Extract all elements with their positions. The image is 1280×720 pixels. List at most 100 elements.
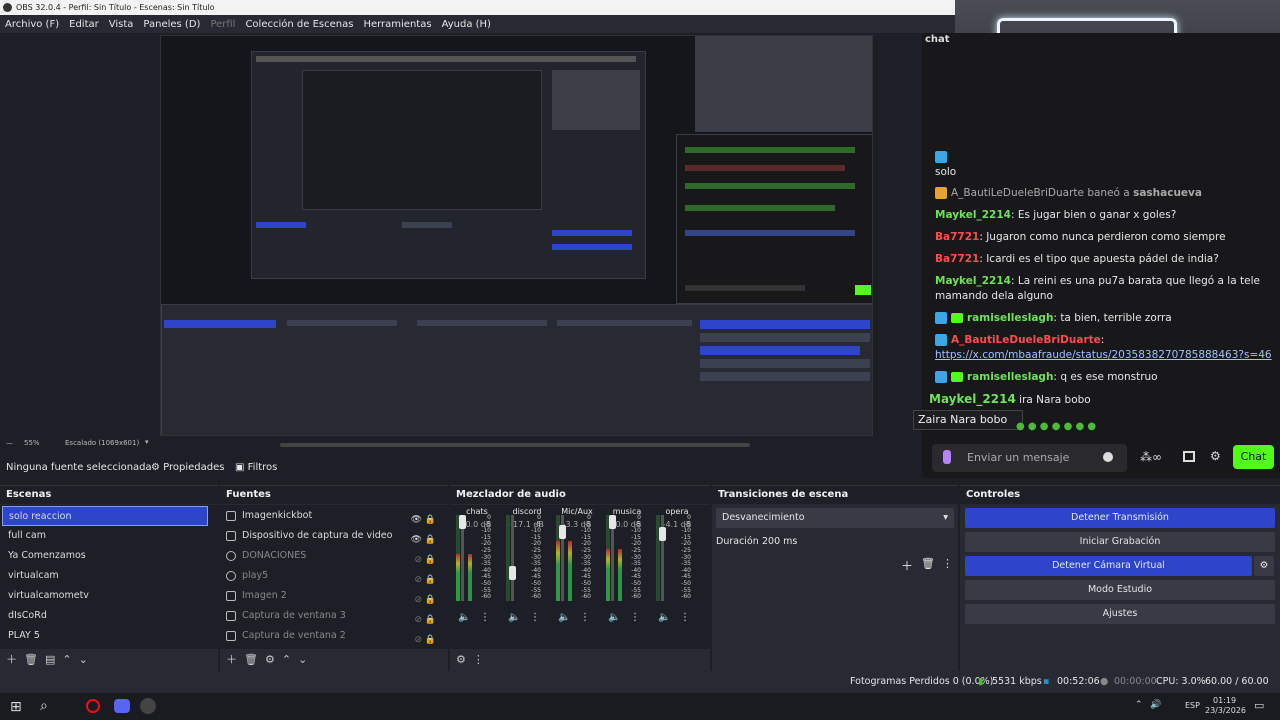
stream-preview[interactable] — [160, 35, 873, 436]
menu-coleccion[interactable]: Colección de Escenas — [245, 19, 353, 30]
remove-source-icon[interactable]: 🗑 — [244, 653, 258, 666]
discord-icon[interactable] — [114, 699, 130, 713]
menu-editar[interactable]: Editar — [69, 19, 99, 30]
remove-scene-icon[interactable]: 🗑 — [24, 653, 38, 666]
stop-virtual-camera-button[interactable]: Detener Cámara Virtual — [965, 556, 1252, 576]
mixer-settings-icon[interactable]: ⚙ — [456, 653, 466, 666]
scene-item[interactable]: virtualcam — [2, 566, 208, 586]
scene-item[interactable]: virtualcamometv — [2, 586, 208, 606]
chat-settings-gear-icon[interactable]: ⚙ — [1210, 449, 1221, 463]
preview-scrollbar[interactable] — [280, 443, 750, 447]
hidden-eye-icon[interactable]: ⊘ — [414, 630, 422, 650]
opera-icon[interactable] — [86, 699, 100, 713]
volume-fader-knob[interactable] — [459, 515, 466, 529]
dropdown-arrow-icon: ▾ — [943, 512, 948, 523]
volume-fader-knob[interactable] — [559, 524, 566, 539]
window-title-bar: OBS 32.0.4 - Perfil: Sin Título - Escena… — [0, 0, 955, 15]
filters-button[interactable]: ▣ Filtros — [235, 462, 277, 473]
filter-scene-icon[interactable]: ▤ — [45, 653, 55, 666]
controls-body: Detener Transmisión Iniciar Grabación De… — [960, 505, 1280, 671]
chat-send-button[interactable]: Chat — [1233, 445, 1274, 469]
scene-item[interactable]: solo reaccion — [2, 506, 208, 526]
emoji-icon[interactable] — [1103, 452, 1113, 462]
stop-streaming-button[interactable]: Detener Transmisión — [965, 508, 1275, 528]
mute-speaker-icon[interactable]: 🔈 — [658, 612, 670, 623]
volume-meter — [568, 541, 572, 601]
lock-icon[interactable]: 🔒 — [425, 630, 436, 650]
source-settings-icon[interactable]: ⚙ — [265, 653, 275, 666]
source-item[interactable]: DONACIONES ⊘ 🔒 — [220, 546, 448, 566]
scene-item[interactable]: dIsCoRd — [2, 606, 208, 626]
notifications-icon[interactable]: ▭ — [1254, 699, 1264, 712]
mute-speaker-icon[interactable]: 🔈 — [558, 612, 570, 623]
obs-taskbar-icon[interactable] — [140, 698, 156, 714]
connections-icon[interactable]: ⁂∞ — [1140, 450, 1162, 464]
add-source-icon[interactable]: ＋ — [226, 653, 237, 666]
emote-row: ● ● ● ● ● ● ● — [1016, 421, 1097, 432]
menu-perfil[interactable]: Perfil — [210, 19, 235, 30]
mute-speaker-icon[interactable]: 🔈 — [458, 612, 470, 623]
volume-fader-knob[interactable] — [609, 515, 616, 529]
mic-icon[interactable] — [943, 450, 951, 464]
camera-source-icon — [226, 531, 236, 541]
menu-vista[interactable]: Vista — [109, 19, 134, 30]
scene-item[interactable]: PLAY 5 — [2, 626, 208, 646]
transition-select[interactable]: Desvanecimiento ▾ — [716, 508, 954, 528]
volume-fader-knob[interactable] — [659, 527, 666, 542]
channel-menu-icon[interactable]: ⋮ — [630, 612, 640, 623]
scale-dropdown-icon[interactable]: ▾ — [145, 438, 149, 446]
volume-icon[interactable]: 🔊 — [1150, 700, 1161, 710]
channel-menu-icon[interactable]: ⋮ — [580, 612, 590, 623]
menu-archivo[interactable]: Archivo (F) — [5, 19, 59, 30]
menu-herramientas[interactable]: Herramientas — [363, 19, 431, 30]
tray-arrow-icon[interactable]: ⌃ — [1135, 700, 1143, 710]
virtual-camera-settings-gear-icon[interactable]: ⚙ — [1254, 556, 1274, 576]
mixer-menu-icon[interactable]: ⋮ — [473, 653, 484, 666]
studio-mode-button[interactable]: Modo Estudio — [965, 580, 1275, 600]
scene-item[interactable]: Ya Comenzamos — [2, 546, 208, 566]
menu-ayuda[interactable]: Ayuda (H) — [442, 19, 491, 30]
source-item[interactable]: Imagen 2 ⊘ 🔒 — [220, 586, 448, 606]
db-scale: 0 -5 -10 -15 -20 -25 -30 -35 -40 -45 -50 -55 -60 — [627, 514, 641, 601]
duration-input[interactable]: 200 ms — [758, 532, 954, 552]
mute-speaker-icon[interactable]: 🔈 — [508, 612, 520, 623]
chat-link[interactable]: https://x.com/mbaafraude/status/20358382… — [935, 349, 1272, 361]
move-up-icon[interactable]: ⌃ — [62, 653, 71, 666]
source-item[interactable]: Captura de ventana 3 ⊘ 🔒 — [220, 606, 448, 626]
move-down-icon[interactable]: ⌄ — [79, 653, 88, 666]
transitions-body: Desvanecimiento ▾ Duración 200 ms ＋ 🗑 ⋮ — [712, 505, 958, 649]
channel-menu-icon[interactable]: ⋮ — [680, 612, 690, 623]
scene-item[interactable]: full cam — [2, 526, 208, 546]
properties-button[interactable]: ⚙ Propiedades — [151, 462, 224, 473]
chat-tab[interactable]: chat — [925, 34, 950, 45]
chat-input[interactable]: Enviar un mensaje — [932, 444, 1127, 472]
windows-start-icon[interactable]: ⊞ — [10, 699, 22, 715]
volume-fader-knob[interactable] — [509, 566, 516, 581]
window-capture-icon — [226, 631, 236, 641]
channel-menu-icon[interactable]: ⋮ — [480, 612, 490, 623]
search-icon[interactable]: ⌕ — [40, 698, 48, 714]
add-transition-icon[interactable]: ＋ — [901, 557, 913, 574]
zoom-level[interactable]: 55% — [24, 439, 40, 447]
mixer-channel: Mic/Aux -3.3 dB 0 -5 -10 -15 -20 -25 -30 -35 -40 -4… — [554, 505, 600, 631]
zoom-minus-icon[interactable]: — — [6, 439, 13, 447]
start-recording-button[interactable]: Iniciar Grabación — [965, 532, 1275, 552]
move-down-icon[interactable]: ⌄ — [298, 653, 307, 666]
signal-icon: ▮ — [978, 676, 984, 687]
transition-menu-icon[interactable]: ⋮ — [942, 557, 953, 570]
source-item[interactable]: Captura de ventana 2 ⊘ 🔒 — [220, 626, 448, 646]
source-item[interactable]: play5 ⊘ 🔒 — [220, 566, 448, 586]
remove-transition-icon[interactable]: 🗑 — [921, 557, 935, 570]
move-up-icon[interactable]: ⌃ — [282, 653, 291, 666]
source-item[interactable]: Dispositivo de captura de video 👁 🔒 — [220, 526, 448, 546]
source-item[interactable]: Imagenkickbot 👁 🔒 — [220, 506, 448, 526]
store-icon[interactable] — [1183, 451, 1195, 462]
volume-fader-track[interactable] — [511, 515, 514, 601]
language-indicator[interactable]: ESP — [1185, 701, 1200, 710]
mute-speaker-icon[interactable]: 🔈 — [608, 612, 620, 623]
channel-menu-icon[interactable]: ⋮ — [530, 612, 540, 623]
settings-button[interactable]: Ajustes — [965, 604, 1275, 624]
add-scene-icon[interactable]: ＋ — [6, 653, 17, 666]
menu-paneles[interactable]: Paneles (D) — [143, 19, 200, 30]
chat-message: Maykel_2214: La reini es una pu7a barata… — [935, 275, 1260, 302]
